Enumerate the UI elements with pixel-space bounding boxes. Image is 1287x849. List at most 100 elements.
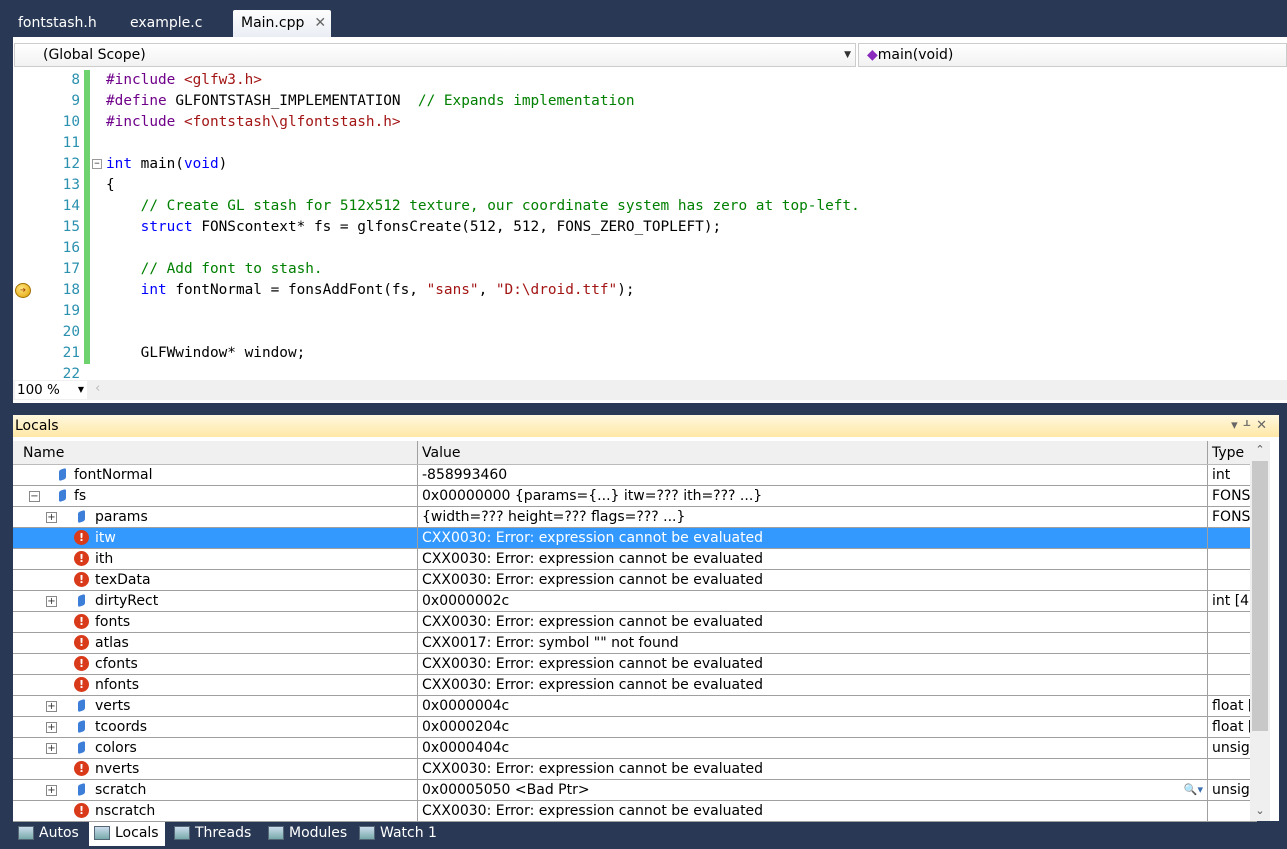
- variable-value[interactable]: CXX0030: Error: expression cannot be eva…: [422, 614, 763, 630]
- dropdown-icon[interactable]: ▾: [1231, 418, 1244, 433]
- expand-icon[interactable]: +: [46, 743, 57, 754]
- locals-row[interactable]: ! nscratch CXX0030: Error: expression cann…: [13, 801, 1257, 822]
- locals-row[interactable]: ! nverts CXX0030: Error: expression cannot…: [13, 759, 1257, 780]
- expand-icon[interactable]: +: [46, 722, 57, 733]
- code-line[interactable]: 20: [13, 322, 1287, 343]
- locals-row[interactable]: fontNormal -858993460 int: [13, 465, 1257, 486]
- zoom-dropdown[interactable]: 100 % ▼: [15, 381, 87, 399]
- error-icon: !: [74, 677, 89, 692]
- variable-value[interactable]: -858993460: [422, 467, 507, 483]
- locals-row[interactable]: ! atlas CXX0017: Error: symbol "" not foun…: [13, 633, 1257, 654]
- locals-row[interactable]: +verts0x0000004cfloat [2: [13, 696, 1257, 717]
- tab-autos[interactable]: Autos: [13, 822, 85, 846]
- code-line[interactable]: 14 // Create GL stash for 512x512 textur…: [13, 196, 1287, 217]
- variable-value[interactable]: 0x0000204c: [422, 719, 509, 735]
- code-token: // Create GL stash for 512x512 texture, …: [140, 198, 860, 214]
- variable-name: verts: [95, 698, 131, 714]
- pin-icon[interactable]: ᚆ: [1244, 418, 1256, 433]
- variable-value[interactable]: CXX0030: Error: expression cannot be eva…: [422, 530, 763, 546]
- code-line[interactable]: 12 − int main(void): [13, 154, 1287, 175]
- expand-icon[interactable]: +: [46, 785, 57, 796]
- code-line[interactable]: 17 // Add font to stash.: [13, 259, 1287, 280]
- code-line[interactable]: 13 {: [13, 175, 1287, 196]
- scroll-up-icon[interactable]: ⌃: [1250, 443, 1270, 456]
- collapse-icon[interactable]: −: [92, 159, 102, 169]
- code-line[interactable]: ➔ 18 int fontNormal = fonsAddFont(fs, "sa…: [13, 280, 1287, 301]
- tab-modules[interactable]: Modules: [263, 822, 353, 846]
- locals-row[interactable]: +scratch0x00005050 <Bad Ptr>🔍▾unsigne: [13, 780, 1257, 801]
- code-line[interactable]: 15 struct FONScontext* fs = glfonsCreate…: [13, 217, 1287, 238]
- locals-row[interactable]: + params {width=??? height=??? flags=??? .…: [13, 507, 1257, 528]
- locals-row[interactable]: +tcoords0x0000204cfloat [2: [13, 717, 1257, 738]
- variable-value[interactable]: CXX0030: Error: expression cannot be eva…: [422, 551, 763, 567]
- locals-row[interactable]: ! ith CXX0030: Error: expression cannot be…: [13, 549, 1257, 570]
- variable-name: ith: [95, 551, 114, 567]
- code-line[interactable]: 10 #include <fontstash\glfontstash.h>: [13, 112, 1287, 133]
- variable-value[interactable]: 0x00005050 <Bad Ptr>: [422, 782, 590, 798]
- locals-row[interactable]: ! texData CXX0030: Error: expression canno…: [13, 570, 1257, 591]
- variable-value[interactable]: 0x0000004c: [422, 698, 509, 714]
- code-area[interactable]: 8 #include <glfw3.h> 9 #define GLFONTSTASH_…: [13, 70, 1287, 380]
- close-icon[interactable]: ✕: [314, 15, 326, 31]
- tab-watch-1[interactable]: Watch 1: [354, 822, 443, 846]
- close-icon[interactable]: ✕: [1256, 418, 1273, 433]
- tab-main-cpp[interactable]: Main.cpp ✕: [233, 10, 331, 37]
- expand-icon[interactable]: +: [46, 701, 57, 712]
- tab-example-c[interactable]: example.c: [122, 10, 210, 37]
- line-number: 9: [71, 93, 80, 109]
- expand-icon[interactable]: +: [46, 596, 57, 607]
- tab-fontstash-h[interactable]: fontstash.h: [10, 10, 105, 37]
- variable-value[interactable]: 0x0000404c: [422, 740, 509, 756]
- code-editor[interactable]: (Global Scope) ▼ ◆main(void) 8 #include <g…: [13, 37, 1287, 403]
- field-icon: [78, 740, 85, 755]
- code-line[interactable]: 21 GLFWwindow* window;: [13, 343, 1287, 364]
- variable-value[interactable]: CXX0030: Error: expression cannot be eva…: [422, 677, 763, 693]
- locals-row[interactable]: + dirtyRect 0x0000002c int [4]: [13, 591, 1257, 612]
- variable-value[interactable]: CXX0030: Error: expression cannot be eva…: [422, 761, 763, 777]
- variable-name: nscratch: [95, 803, 156, 819]
- variable-value[interactable]: CXX0030: Error: expression cannot be eva…: [422, 803, 763, 819]
- variable-value[interactable]: 0x00000000 {params={...} itw=??? ith=???…: [422, 488, 762, 504]
- variable-value[interactable]: CXX0030: Error: expression cannot be eva…: [422, 656, 763, 672]
- field-icon: [78, 593, 85, 608]
- tab-locals[interactable]: Locals: [89, 822, 165, 846]
- locals-row[interactable]: ! fonts CXX0030: Error: expression cannot …: [13, 612, 1257, 633]
- vertical-scrollbar[interactable]: ⌃ ⌄: [1250, 441, 1270, 821]
- code-line[interactable]: 16: [13, 238, 1287, 259]
- tab-threads[interactable]: Threads: [169, 822, 257, 846]
- variable-value[interactable]: 0x0000002c: [422, 593, 509, 609]
- visualizer-magnifier-icon[interactable]: 🔍▾: [1184, 780, 1203, 800]
- scroll-thumb[interactable]: [1252, 461, 1268, 731]
- error-icon: !: [74, 614, 89, 629]
- scroll-left-icon[interactable]: ‹: [95, 380, 100, 396]
- line-number: 21: [62, 345, 80, 361]
- locals-row[interactable]: ! nfonts CXX0030: Error: expression cannot…: [13, 675, 1257, 696]
- field-icon: [78, 698, 85, 713]
- code-token: fontNormal = fonsAddFont(fs,: [175, 282, 427, 298]
- locals-row[interactable]: − fs 0x00000000 {params={...} itw=??? ith=…: [13, 486, 1257, 507]
- current-statement-arrow-icon[interactable]: ➔: [15, 283, 31, 298]
- variable-value[interactable]: {width=??? height=??? flags=??? ...}: [422, 509, 685, 525]
- locals-row[interactable]: ! itw CXX0030: Error: expression cannot be…: [13, 528, 1257, 549]
- change-marker: [84, 175, 90, 196]
- locals-row[interactable]: +colors0x0000404cunsigne: [13, 738, 1257, 759]
- scroll-down-icon[interactable]: ⌄: [1250, 804, 1270, 817]
- scope-value: (Global Scope): [43, 47, 146, 63]
- variable-value[interactable]: CXX0017: Error: symbol "" not found: [422, 635, 679, 651]
- variable-value[interactable]: CXX0030: Error: expression cannot be eva…: [422, 572, 763, 588]
- code-line[interactable]: 22: [13, 364, 1287, 380]
- code-token: "D:\droid.ttf": [495, 282, 618, 298]
- code-line[interactable]: 19: [13, 301, 1287, 322]
- code-text: struct FONScontext* fs = glfonsCreate(51…: [106, 217, 722, 238]
- collapse-icon[interactable]: −: [29, 491, 40, 502]
- code-line[interactable]: 11: [13, 133, 1287, 154]
- header-value[interactable]: Value: [417, 441, 1207, 464]
- line-number: 15: [62, 219, 80, 235]
- expand-icon[interactable]: +: [46, 512, 57, 523]
- scope-dropdown[interactable]: (Global Scope) ▼: [14, 43, 856, 67]
- code-line[interactable]: 8 #include <glfw3.h>: [13, 70, 1287, 91]
- locals-row[interactable]: ! cfonts CXX0030: Error: expression cannot…: [13, 654, 1257, 675]
- code-line[interactable]: 9 #define GLFONTSTASH_IMPLEMENTATION // E…: [13, 91, 1287, 112]
- header-name[interactable]: Name: [23, 441, 417, 464]
- function-dropdown[interactable]: ◆main(void): [858, 43, 1287, 67]
